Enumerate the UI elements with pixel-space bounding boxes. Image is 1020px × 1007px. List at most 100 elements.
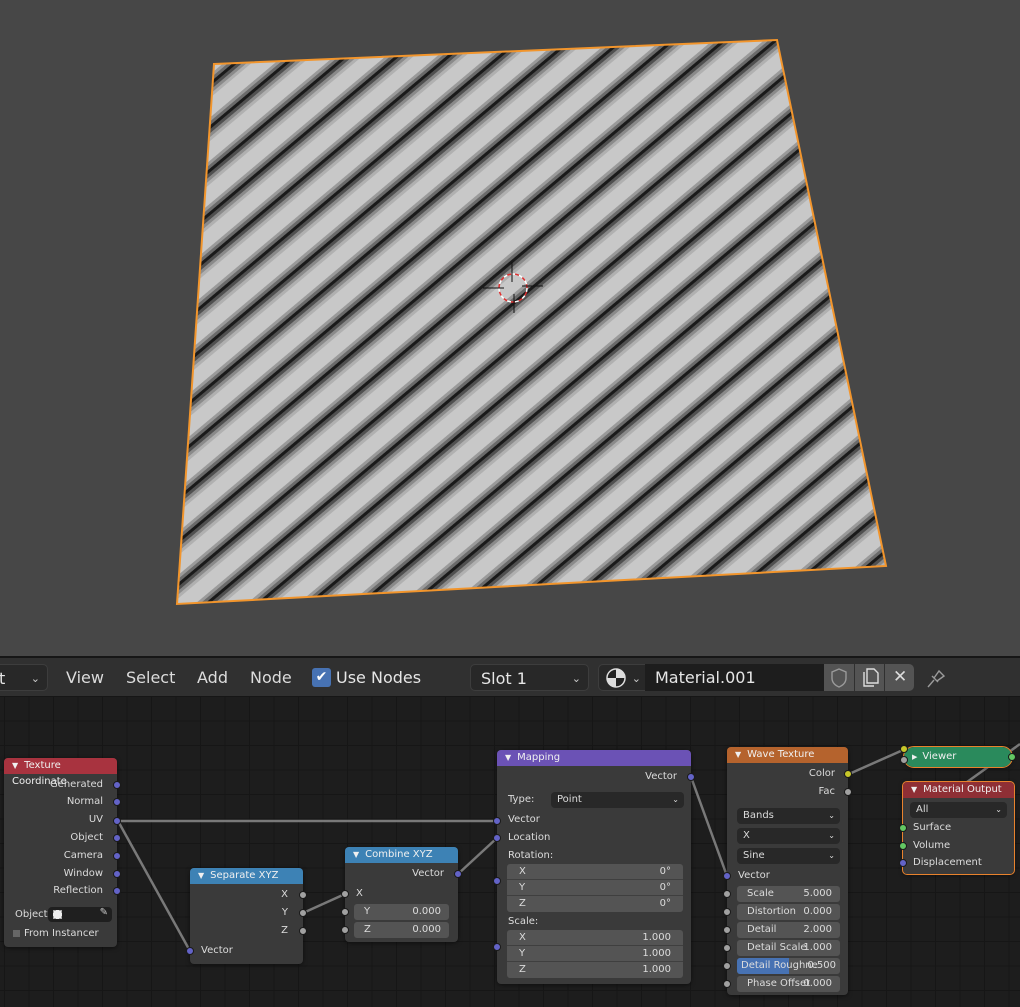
plane-object[interactable] bbox=[0, 0, 1020, 656]
collapse-triangle-icon[interactable]: ▼ bbox=[12, 761, 18, 770]
scale-x-field[interactable]: X 1.000 bbox=[507, 930, 683, 946]
socket-detail-roughness-in[interactable] bbox=[723, 962, 731, 970]
socket-color-in[interactable] bbox=[900, 745, 908, 753]
node-header[interactable]: ▼ Wave Texture bbox=[727, 747, 848, 763]
node-texture-coordinate[interactable]: ▼ Texture Coordinate Generated Normal UV … bbox=[4, 758, 121, 947]
socket-fac-in[interactable] bbox=[900, 756, 908, 764]
socket-vector-in[interactable] bbox=[493, 817, 501, 825]
socket-uv[interactable] bbox=[113, 817, 121, 825]
unlink-material-button[interactable]: ✕ bbox=[885, 664, 914, 691]
use-nodes-toggle[interactable]: ✔ Use Nodes bbox=[312, 664, 432, 691]
from-instancer-checkbox[interactable]: From Instancer bbox=[13, 928, 113, 940]
material-name-field[interactable]: Material.001 bbox=[645, 664, 825, 691]
socket-reflection[interactable] bbox=[113, 887, 121, 895]
direction-dropdown[interactable]: X ⌄ bbox=[737, 828, 840, 844]
checkbox-unchecked-icon[interactable] bbox=[13, 930, 20, 937]
rotation-z-field[interactable]: Z 0° bbox=[507, 896, 683, 912]
scale-y-field[interactable]: Y 1.000 bbox=[507, 946, 683, 962]
3d-viewport[interactable] bbox=[0, 0, 1020, 656]
node-mapping[interactable]: ▼ Mapping Vector Type: Point ⌄ Vector Loca… bbox=[493, 750, 695, 984]
scale-z-field[interactable]: Z 1.000 bbox=[507, 962, 683, 978]
distortion-field[interactable]: Distortion 0.000 bbox=[737, 904, 840, 920]
input-y-field[interactable]: Y 0.000 bbox=[354, 904, 449, 920]
eyedropper-icon[interactable]: ✎ bbox=[100, 907, 108, 918]
node-header[interactable]: ▼ Mapping bbox=[497, 750, 691, 766]
collapse-triangle-icon[interactable]: ▼ bbox=[735, 750, 741, 759]
node-header[interactable]: ▶ Viewer bbox=[904, 747, 1012, 767]
node-header[interactable]: ▼ Combine XYZ bbox=[345, 847, 458, 863]
input-z-field[interactable]: Z 0.000 bbox=[354, 922, 449, 938]
field-value: 0° bbox=[659, 866, 671, 877]
detail-field[interactable]: Detail 2.000 bbox=[737, 922, 840, 938]
rotation-x-field[interactable]: X 0° bbox=[507, 864, 683, 880]
input-x: X bbox=[356, 888, 363, 899]
socket-location-in[interactable] bbox=[493, 834, 501, 842]
socket-phase-offset-in[interactable] bbox=[723, 980, 731, 988]
editor-type-dropdown[interactable]: t ⌄ bbox=[0, 664, 48, 691]
node-separate-xyz[interactable]: ▼ Separate XYZ X Y Z Vector bbox=[186, 868, 307, 964]
socket-y-in[interactable] bbox=[341, 908, 349, 916]
output-camera: Camera bbox=[63, 850, 103, 861]
socket-x[interactable] bbox=[299, 891, 307, 899]
node-combine-xyz[interactable]: ▼ Combine XYZ Vector X Y 0.000 Z 0.000 bbox=[341, 847, 462, 942]
detail-roughness-slider[interactable]: Detail Roughne 0.500 bbox=[737, 958, 840, 974]
object-picker-field[interactable]: ✎ bbox=[48, 907, 112, 922]
scale-field[interactable]: Scale 5.000 bbox=[737, 886, 840, 902]
socket-vector-in[interactable] bbox=[186, 947, 194, 955]
socket-vector-out[interactable] bbox=[687, 773, 695, 781]
collapse-triangle-icon[interactable]: ▼ bbox=[505, 753, 511, 762]
node-header[interactable]: ▼ Separate XYZ bbox=[190, 868, 303, 884]
socket-normal[interactable] bbox=[113, 798, 121, 806]
node-header[interactable]: ▼ Material Output bbox=[903, 782, 1014, 798]
socket-generated[interactable] bbox=[113, 781, 121, 789]
phase-offset-field[interactable]: Phase Offset 0.000 bbox=[737, 976, 840, 992]
rotation-label: Rotation: bbox=[508, 850, 554, 861]
collapse-triangle-icon[interactable]: ▼ bbox=[911, 785, 917, 794]
socket-vector-in[interactable] bbox=[723, 872, 731, 880]
pin-button[interactable] bbox=[924, 664, 950, 691]
node-viewer[interactable]: ▶ Viewer bbox=[900, 745, 1016, 768]
node-material-output[interactable]: ▼ Material Output All ⌄ Surface Volume Dis… bbox=[899, 781, 1015, 875]
checkbox-checked-icon[interactable]: ✔ bbox=[312, 668, 331, 687]
socket-camera[interactable] bbox=[113, 852, 121, 860]
socket-scale-in[interactable] bbox=[723, 890, 731, 898]
socket-object[interactable] bbox=[113, 834, 121, 842]
wave-type-dropdown[interactable]: Bands ⌄ bbox=[737, 808, 840, 824]
socket-viewer-out[interactable] bbox=[1008, 753, 1016, 761]
socket-detail-in[interactable] bbox=[723, 926, 731, 934]
rotation-y-field[interactable]: Y 0° bbox=[507, 880, 683, 896]
socket-detail-scale-in[interactable] bbox=[723, 944, 731, 952]
socket-vector-out[interactable] bbox=[454, 870, 462, 878]
menu-node[interactable]: Node bbox=[250, 664, 292, 691]
node-header[interactable]: ▼ Texture Coordinate bbox=[4, 758, 117, 787]
detail-scale-field[interactable]: Detail Scale 1.000 bbox=[737, 940, 840, 956]
socket-rotation-in[interactable] bbox=[493, 877, 501, 885]
socket-displacement-in[interactable] bbox=[899, 859, 907, 867]
target-dropdown[interactable]: All ⌄ bbox=[910, 802, 1007, 818]
socket-fac-out[interactable] bbox=[844, 788, 852, 796]
slot-dropdown[interactable]: Slot 1 ⌄ bbox=[470, 664, 589, 691]
socket-distortion-in[interactable] bbox=[723, 908, 731, 916]
profile-dropdown[interactable]: Sine ⌄ bbox=[737, 848, 840, 864]
collapse-triangle-icon[interactable]: ▼ bbox=[353, 850, 359, 859]
expand-triangle-icon[interactable]: ▶ bbox=[912, 753, 917, 761]
menu-view[interactable]: View bbox=[66, 664, 104, 691]
type-dropdown[interactable]: Point ⌄ bbox=[551, 792, 684, 808]
node-wave-texture[interactable]: ▼ Wave Texture Color Fac Bands ⌄ X ⌄ Sine ⌄ … bbox=[723, 747, 852, 995]
menu-select[interactable]: Select bbox=[126, 664, 175, 691]
socket-x-in[interactable] bbox=[341, 890, 349, 898]
socket-z-in[interactable] bbox=[341, 926, 349, 934]
socket-scale-in[interactable] bbox=[493, 943, 501, 951]
socket-surface-in[interactable] bbox=[899, 824, 907, 832]
socket-color-out[interactable] bbox=[844, 770, 852, 778]
socket-y[interactable] bbox=[299, 909, 307, 917]
node-editor-canvas[interactable]: ▼ Texture Coordinate Generated Normal UV … bbox=[0, 696, 1020, 1007]
socket-z[interactable] bbox=[299, 927, 307, 935]
socket-volume-in[interactable] bbox=[899, 842, 907, 850]
fake-user-button[interactable] bbox=[824, 664, 854, 691]
menu-add[interactable]: Add bbox=[197, 664, 228, 691]
collapse-triangle-icon[interactable]: ▼ bbox=[198, 871, 204, 880]
socket-window[interactable] bbox=[113, 870, 121, 878]
material-browse-button[interactable]: ⌄ bbox=[599, 665, 645, 690]
duplicate-material-button[interactable] bbox=[855, 664, 884, 691]
